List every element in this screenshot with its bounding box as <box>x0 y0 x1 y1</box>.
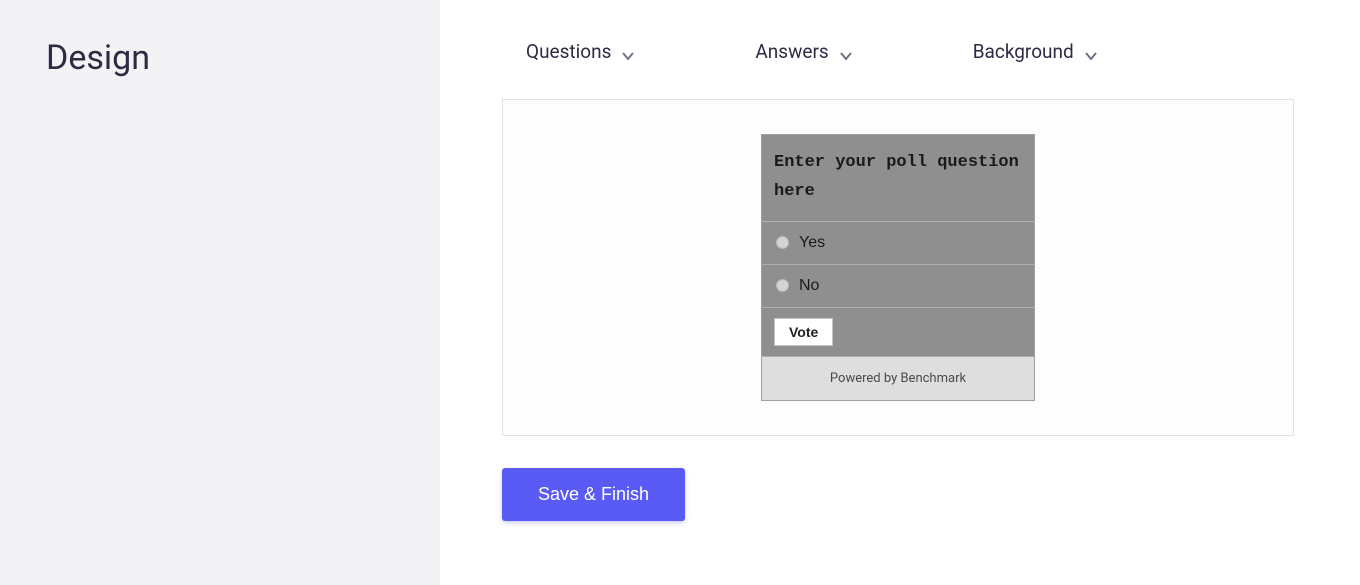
poll-option-label: Yes <box>799 234 825 252</box>
tab-answers[interactable]: Answers <box>755 40 852 63</box>
preview-panel: Enter your poll question here Yes No Vot… <box>502 99 1294 436</box>
chevron-down-icon <box>839 45 853 59</box>
tab-label: Answers <box>755 40 828 63</box>
radio-icon <box>776 236 789 249</box>
page-title: Design <box>46 38 394 78</box>
poll-footer: Powered by Benchmark <box>762 357 1034 400</box>
chevron-down-icon <box>621 45 635 59</box>
tab-label: Questions <box>526 40 611 63</box>
chevron-down-icon <box>1084 45 1098 59</box>
poll-question[interactable]: Enter your poll question here <box>762 135 1034 222</box>
tab-background[interactable]: Background <box>973 40 1098 63</box>
radio-icon <box>776 279 789 292</box>
poll-option-no[interactable]: No <box>762 265 1034 308</box>
tab-label: Background <box>973 40 1074 63</box>
sidebar: Design <box>0 0 440 585</box>
save-finish-button[interactable]: Save & Finish <box>502 468 685 521</box>
poll-option-label: No <box>799 277 819 295</box>
tab-questions[interactable]: Questions <box>526 40 635 63</box>
poll-widget: Enter your poll question here Yes No Vot… <box>761 134 1035 401</box>
tabs-row: Questions Answers Background <box>502 40 1298 63</box>
poll-option-yes[interactable]: Yes <box>762 222 1034 265</box>
vote-button[interactable]: Vote <box>774 318 833 346</box>
poll-vote-row: Vote <box>762 308 1034 357</box>
main-content: Questions Answers Background Enter your … <box>440 0 1360 585</box>
